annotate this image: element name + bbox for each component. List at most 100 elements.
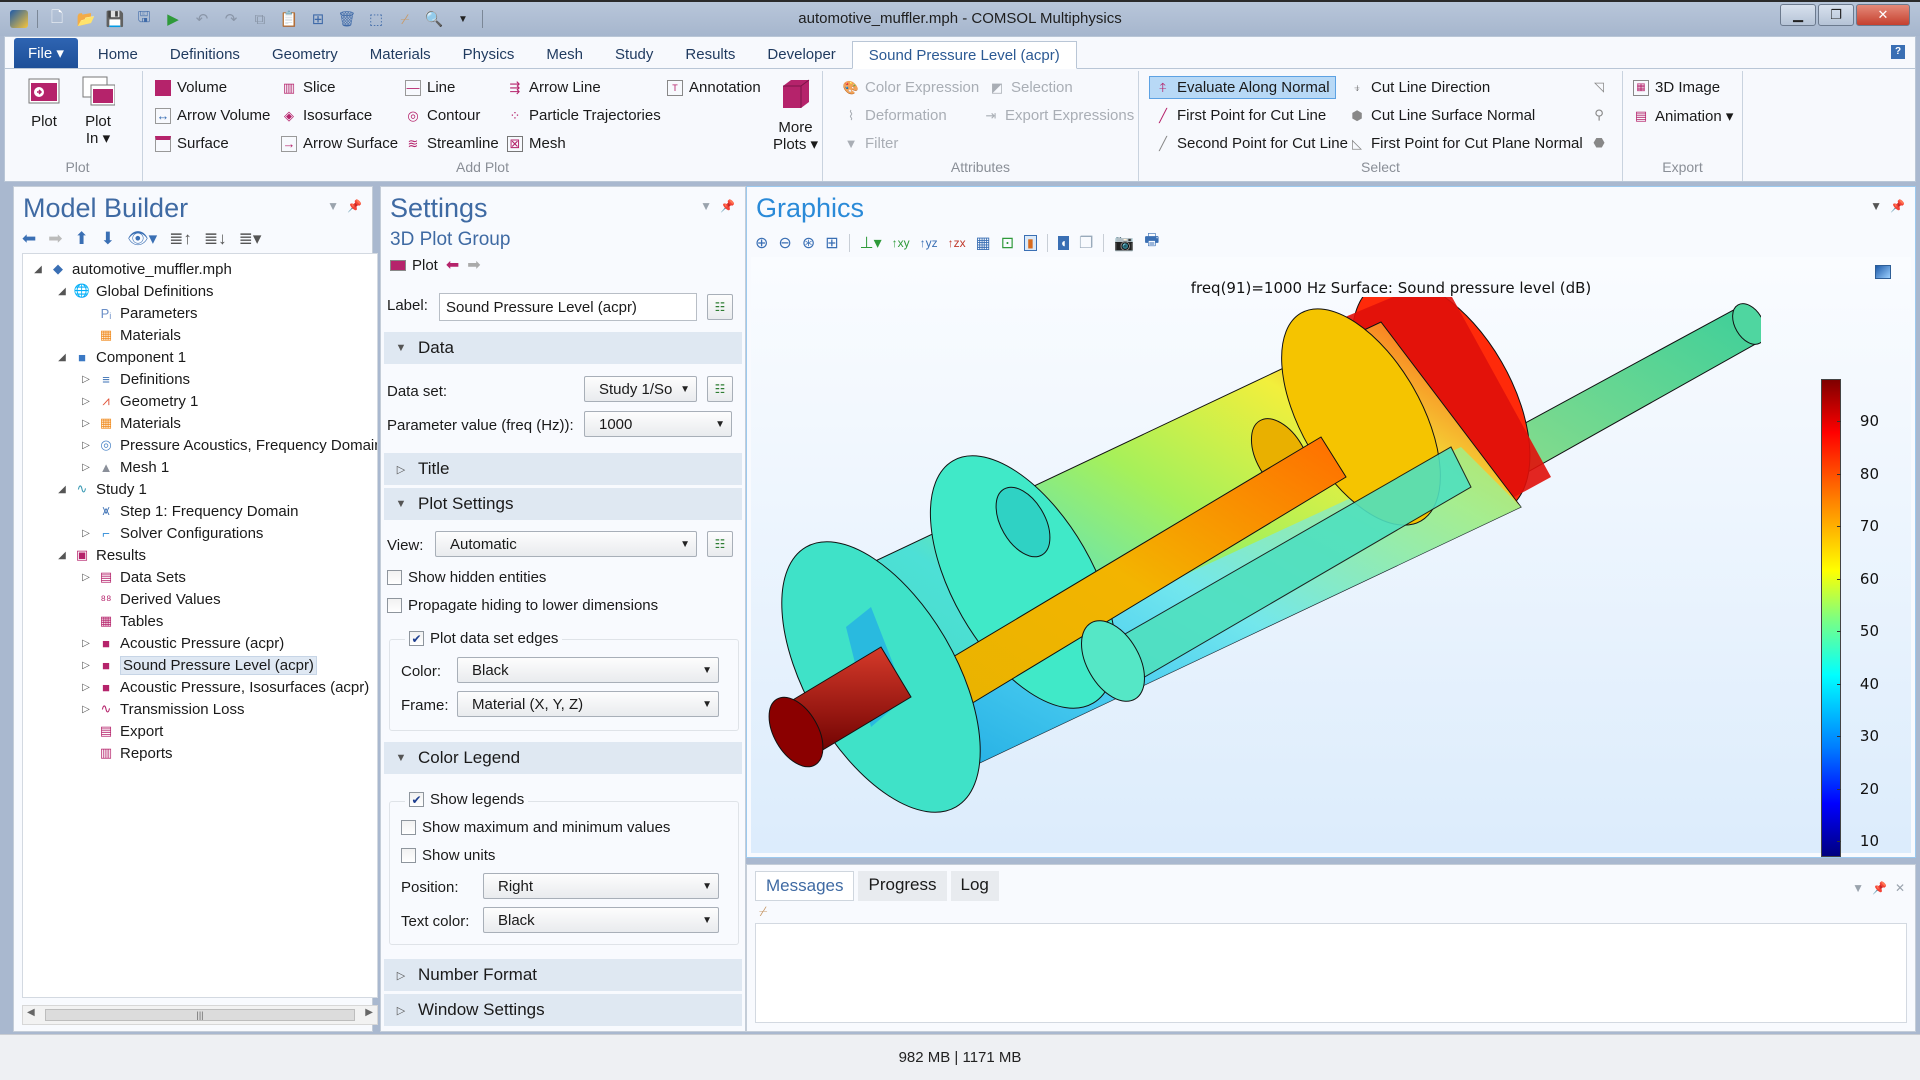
checkbox-unchecked[interactable] [387,570,402,585]
collapse-toggle-icon[interactable]: ▷ [79,704,93,715]
collapse-toggle-icon[interactable]: ▷ [79,440,93,451]
plot-button[interactable]: Plot [390,257,438,274]
filter-button[interactable]: ▼ Filter [843,135,899,152]
tree-item[interactable]: ▷ ⩘ Geometry 1 [79,390,198,412]
label-edit-button[interactable]: ☷ [707,294,733,320]
first-point-cut-line-button[interactable]: ╱ First Point for Cut Line [1155,107,1326,124]
show-menu-icon[interactable]: 👁▾ [127,229,157,249]
panel-menu-icon[interactable]: ▼ [327,199,339,213]
previous-arrow-icon[interactable]: ⬅ [446,255,459,275]
horizontal-scrollbar[interactable]: ◀ ||| ▶ [22,1005,378,1025]
collapse-toggle-icon[interactable]: ▷ [79,374,93,385]
tab-results[interactable]: Results [669,40,751,68]
tree-item[interactable]: ▷ ≡ Definitions [79,368,190,390]
add-slice-button[interactable]: ▥ Slice [281,79,336,96]
zx-view-icon[interactable]: ↑zx [948,236,966,250]
print-icon[interactable]: 🖶 [1144,229,1159,256]
close-button[interactable]: ✕ [1856,4,1910,26]
cut-line-direction-button[interactable]: ⍖ Cut Line Direction [1349,79,1490,96]
tab-sound-pressure-level[interactable]: Sound Pressure Level (acpr) [851,41,1077,69]
tree-item[interactable]: ▷ ▤ Data Sets [79,566,186,588]
legend-text-color-select[interactable]: Black ▼ [483,907,719,933]
panel-menu-icon[interactable]: ▼ [1870,199,1882,213]
collapse-toggle-icon[interactable]: ▷ [79,396,93,407]
checkbox-unchecked[interactable] [401,820,416,835]
add-arrow-surface-button[interactable]: → Arrow Surface [281,135,398,152]
scroll-left-icon[interactable]: ◀ [27,1007,35,1018]
edge-color-select[interactable]: Black ▼ [457,657,719,683]
parameter-value-select[interactable]: 1000 ▼ [584,411,732,437]
next-arrow-icon[interactable]: ➡ [467,255,480,275]
view-goto-button[interactable]: ☷ [707,531,733,557]
view-toggle-icon[interactable] [1875,265,1891,279]
checkbox-checked[interactable]: ✔ [409,631,424,646]
animation-button[interactable]: ▤ Animation ▾ [1633,107,1734,125]
section-number-format[interactable]: ▷ Number Format [384,959,742,991]
checkbox-checked[interactable]: ✔ [409,792,424,807]
collapse-toggle-icon[interactable]: ▷ [79,660,93,671]
xy-view-icon[interactable]: ↑xy [892,236,910,250]
axis-orientation-icon[interactable]: ⊡ [1001,233,1014,253]
add-line-button[interactable]: — Line [405,79,455,96]
export-expressions-button[interactable]: ⇥ Export Expressions [983,107,1135,124]
show-units-checkbox[interactable]: Show units [401,847,495,864]
scroll-right-icon[interactable]: ▶ [365,1007,373,1018]
show-maxmin-checkbox[interactable]: Show maximum and minimum values [401,819,670,836]
deformation-button[interactable]: ⌇ Deformation [843,107,947,124]
show-hidden-checkbox[interactable]: Show hidden entities [387,569,546,586]
plot-edges-checkbox[interactable]: ✔ Plot data set edges [405,630,563,647]
show-legends-checkbox[interactable]: ✔ Show legends [405,791,529,808]
more-plots-button[interactable]: More Plots ▾ [773,75,818,153]
pin-icon[interactable]: 📌 [720,199,735,213]
panel-menu-icon[interactable]: ▼ [1852,881,1864,895]
tree-item[interactable]: ▥ Reports [79,742,173,764]
forward-arrow-icon[interactable]: ➡ [48,229,62,249]
legend-toggle-icon[interactable]: ▮ [1024,234,1037,251]
tree-item[interactable]: ⩙ Step 1: Frequency Domain [79,500,298,522]
zoom-extents-icon[interactable]: ⊞ [825,233,838,253]
add-annotation-button[interactable]: T Annotation [667,79,761,96]
tree-item[interactable]: ▤ Export [79,720,164,742]
maximize-button[interactable]: ❐ [1818,4,1854,26]
plot-in-button[interactable]: Plot In ▾ [81,75,115,147]
add-streamline-button[interactable]: ≋ Streamline [405,135,499,152]
dataset-select[interactable]: Study 1/So ▼ [584,376,697,402]
add-isosurface-button[interactable]: ◈ Isosurface [281,107,372,124]
add-volume-button[interactable]: Volume [155,79,227,96]
panel-menu-icon[interactable]: ▼ [700,199,712,213]
tree-item[interactable]: ▷ ■ Acoustic Pressure, Isosurfaces (acpr) [79,676,369,698]
evaluate-along-normal-button[interactable]: ⍏ Evaluate Along Normal [1149,76,1336,99]
tab-materials[interactable]: Materials [354,40,447,68]
tree-item[interactable]: ⁸⁸ Derived Values [79,588,221,610]
section-title[interactable]: ▷ Title [384,453,742,485]
tree-item[interactable]: ▷ ⌐ Solver Configurations [79,522,263,544]
checkbox-unchecked[interactable] [387,598,402,613]
collapse-toggle-icon[interactable]: ▷ [79,638,93,649]
propagate-hiding-checkbox[interactable]: Propagate hiding to lower dimensions [387,597,658,614]
scene-light-icon[interactable]: ◖ [1057,235,1069,250]
cut-line-surface-normal-button[interactable]: ⬢ Cut Line Surface Normal [1349,107,1535,124]
dataset-goto-button[interactable]: ☷ [707,376,733,402]
tab-definitions[interactable]: Definitions [154,40,256,68]
expand-toggle-icon[interactable]: ◢ [55,484,69,495]
tree-item[interactable]: ◢ ■ Component 1 [55,346,186,368]
collapse-all-icon[interactable]: ≣↑ [169,229,192,249]
tab-messages[interactable]: Messages [755,871,855,901]
expand-toggle-icon[interactable]: ◢ [55,286,69,297]
tab-progress[interactable]: Progress [858,871,947,901]
collapse-toggle-icon[interactable]: ▷ [79,682,93,693]
add-contour-button[interactable]: ◎ Contour [405,107,480,124]
label-input[interactable]: Sound Pressure Level (acpr) [439,293,697,321]
tab-study[interactable]: Study [599,40,669,68]
graphics-canvas[interactable]: freq(91)=1000 Hz Surface: Sound pressure… [751,257,1911,857]
expand-toggle-icon[interactable]: ◢ [55,550,69,561]
view-select[interactable]: Automatic ▼ [435,531,697,557]
second-point-cut-line-button[interactable]: ╱ Second Point for Cut Line [1155,135,1348,152]
camera-icon[interactable]: 📷 [1114,233,1134,253]
transparency-icon[interactable]: ❐ [1079,233,1093,253]
tab-file[interactable]: File ▾ [14,38,78,68]
tree-item[interactable]: ▦ Tables [79,610,164,632]
3d-image-button[interactable]: ▦ 3D Image [1633,79,1720,96]
collapse-toggle-icon[interactable]: ▷ [79,418,93,429]
move-up-icon[interactable]: ⬆ [75,229,89,249]
